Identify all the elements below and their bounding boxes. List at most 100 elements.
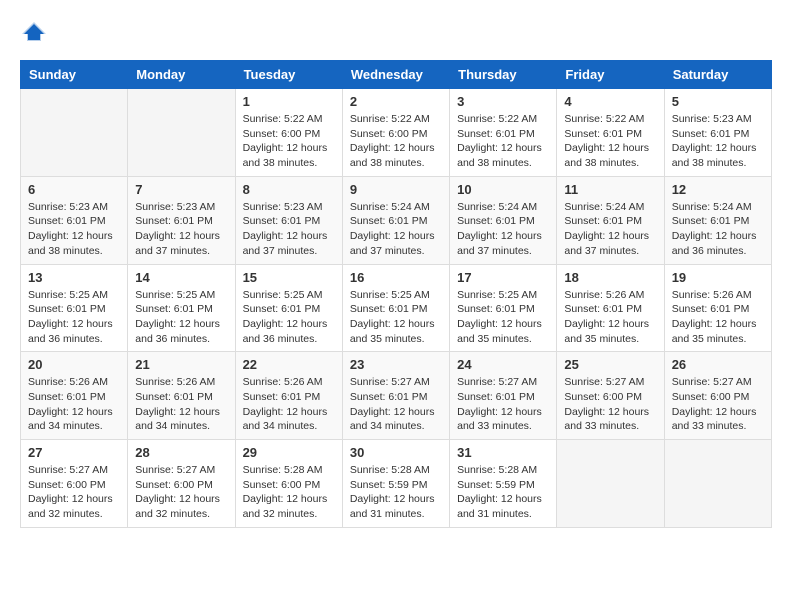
- day-number: 1: [243, 94, 335, 109]
- day-info: Sunrise: 5:25 AMSunset: 6:01 PMDaylight:…: [135, 288, 227, 347]
- day-info: Sunrise: 5:22 AMSunset: 6:01 PMDaylight:…: [564, 112, 656, 171]
- calendar-cell: 12 Sunrise: 5:24 AMSunset: 6:01 PMDayligh…: [664, 176, 771, 264]
- calendar-cell: 11 Sunrise: 5:24 AMSunset: 6:01 PMDayligh…: [557, 176, 664, 264]
- calendar-cell: 25 Sunrise: 5:27 AMSunset: 6:00 PMDayligh…: [557, 352, 664, 440]
- calendar-cell: 29 Sunrise: 5:28 AMSunset: 6:00 PMDayligh…: [235, 440, 342, 528]
- weekday-header-saturday: Saturday: [664, 61, 771, 89]
- day-number: 20: [28, 357, 120, 372]
- day-number: 31: [457, 445, 549, 460]
- calendar-cell: 26 Sunrise: 5:27 AMSunset: 6:00 PMDayligh…: [664, 352, 771, 440]
- day-info: Sunrise: 5:27 AMSunset: 6:00 PMDaylight:…: [28, 463, 120, 522]
- day-info: Sunrise: 5:26 AMSunset: 6:01 PMDaylight:…: [135, 375, 227, 434]
- day-number: 28: [135, 445, 227, 460]
- day-info: Sunrise: 5:23 AMSunset: 6:01 PMDaylight:…: [672, 112, 764, 171]
- calendar-cell: 8Sunrise: 5:23 AMSunset: 6:01 PMDaylight…: [235, 176, 342, 264]
- day-info: Sunrise: 5:26 AMSunset: 6:01 PMDaylight:…: [28, 375, 120, 434]
- calendar-cell: 4 Sunrise: 5:22 AMSunset: 6:01 PMDaylight…: [557, 89, 664, 177]
- day-number: 15: [243, 270, 335, 285]
- calendar-cell: 6 Sunrise: 5:23 AMSunset: 6:01 PMDaylight…: [21, 176, 128, 264]
- calendar-cell: 2Sunrise: 5:22 AMSunset: 6:00 PMDaylight…: [342, 89, 449, 177]
- calendar-cell: 3 Sunrise: 5:22 AMSunset: 6:01 PMDaylight…: [450, 89, 557, 177]
- calendar-cell: 5 Sunrise: 5:23 AMSunset: 6:01 PMDaylight…: [664, 89, 771, 177]
- weekday-header-monday: Monday: [128, 61, 235, 89]
- day-number: 19: [672, 270, 764, 285]
- weekday-header-wednesday: Wednesday: [342, 61, 449, 89]
- calendar-cell: 10Sunrise: 5:24 AMSunset: 6:01 PMDayligh…: [450, 176, 557, 264]
- day-info: Sunrise: 5:26 AMSunset: 6:01 PMDaylight:…: [243, 375, 335, 434]
- day-info: Sunrise: 5:22 AMSunset: 6:00 PMDaylight:…: [350, 112, 442, 171]
- day-info: Sunrise: 5:23 AMSunset: 6:01 PMDaylight:…: [243, 200, 335, 259]
- day-info: Sunrise: 5:26 AMSunset: 6:01 PMDaylight:…: [672, 288, 764, 347]
- calendar-cell: 19 Sunrise: 5:26 AMSunset: 6:01 PMDayligh…: [664, 264, 771, 352]
- day-number: 3: [457, 94, 549, 109]
- day-info: Sunrise: 5:27 AMSunset: 6:00 PMDaylight:…: [672, 375, 764, 434]
- calendar-cell: 17Sunrise: 5:25 AMSunset: 6:01 PMDayligh…: [450, 264, 557, 352]
- day-number: 5: [672, 94, 764, 109]
- day-number: 12: [672, 182, 764, 197]
- calendar-cell: [21, 89, 128, 177]
- day-number: 14: [135, 270, 227, 285]
- calendar-cell: 27 Sunrise: 5:27 AMSunset: 6:00 PMDayligh…: [21, 440, 128, 528]
- day-info: Sunrise: 5:23 AMSunset: 6:01 PMDaylight:…: [28, 200, 120, 259]
- day-number: 6: [28, 182, 120, 197]
- calendar-cell: 21 Sunrise: 5:26 AMSunset: 6:01 PMDayligh…: [128, 352, 235, 440]
- day-number: 26: [672, 357, 764, 372]
- day-number: 7: [135, 182, 227, 197]
- day-number: 4: [564, 94, 656, 109]
- day-info: Sunrise: 5:27 AMSunset: 6:00 PMDaylight:…: [564, 375, 656, 434]
- day-info: Sunrise: 5:25 AMSunset: 6:01 PMDaylight:…: [28, 288, 120, 347]
- day-number: 18: [564, 270, 656, 285]
- day-info: Sunrise: 5:23 AMSunset: 6:01 PMDaylight:…: [135, 200, 227, 259]
- calendar-cell: 16Sunrise: 5:25 AMSunset: 6:01 PMDayligh…: [342, 264, 449, 352]
- calendar-week-row: 20 Sunrise: 5:26 AMSunset: 6:01 PMDayligh…: [21, 352, 772, 440]
- day-number: 11: [564, 182, 656, 197]
- day-number: 13: [28, 270, 120, 285]
- day-number: 29: [243, 445, 335, 460]
- day-info: Sunrise: 5:22 AMSunset: 6:01 PMDaylight:…: [457, 112, 549, 171]
- calendar-cell: 9 Sunrise: 5:24 AMSunset: 6:01 PMDaylight…: [342, 176, 449, 264]
- day-info: Sunrise: 5:24 AMSunset: 6:01 PMDaylight:…: [672, 200, 764, 259]
- day-info: Sunrise: 5:24 AMSunset: 6:01 PMDaylight:…: [350, 200, 442, 259]
- day-info: Sunrise: 5:27 AMSunset: 6:01 PMDaylight:…: [350, 375, 442, 434]
- day-info: Sunrise: 5:26 AMSunset: 6:01 PMDaylight:…: [564, 288, 656, 347]
- day-number: 21: [135, 357, 227, 372]
- logo-icon: [22, 20, 46, 44]
- day-number: 23: [350, 357, 442, 372]
- page-header: [20, 20, 772, 44]
- day-info: Sunrise: 5:22 AMSunset: 6:00 PMDaylight:…: [243, 112, 335, 171]
- calendar-cell: 31 Sunrise: 5:28 AMSunset: 5:59 PMDayligh…: [450, 440, 557, 528]
- day-info: Sunrise: 5:27 AMSunset: 6:01 PMDaylight:…: [457, 375, 549, 434]
- calendar-cell: 22Sunrise: 5:26 AMSunset: 6:01 PMDayligh…: [235, 352, 342, 440]
- calendar-cell: [557, 440, 664, 528]
- day-number: 24: [457, 357, 549, 372]
- day-number: 17: [457, 270, 549, 285]
- calendar-cell: 13 Sunrise: 5:25 AMSunset: 6:01 PMDayligh…: [21, 264, 128, 352]
- day-number: 27: [28, 445, 120, 460]
- day-info: Sunrise: 5:28 AMSunset: 5:59 PMDaylight:…: [350, 463, 442, 522]
- calendar-week-row: 1 Sunrise: 5:22 AMSunset: 6:00 PMDaylight…: [21, 89, 772, 177]
- calendar-cell: 18 Sunrise: 5:26 AMSunset: 6:01 PMDayligh…: [557, 264, 664, 352]
- calendar-cell: 15 Sunrise: 5:25 AMSunset: 6:01 PMDayligh…: [235, 264, 342, 352]
- calendar-cell: 7 Sunrise: 5:23 AMSunset: 6:01 PMDaylight…: [128, 176, 235, 264]
- day-info: Sunrise: 5:28 AMSunset: 5:59 PMDaylight:…: [457, 463, 549, 522]
- calendar-cell: 30 Sunrise: 5:28 AMSunset: 5:59 PMDayligh…: [342, 440, 449, 528]
- day-info: Sunrise: 5:24 AMSunset: 6:01 PMDaylight:…: [564, 200, 656, 259]
- calendar-cell: 1 Sunrise: 5:22 AMSunset: 6:00 PMDaylight…: [235, 89, 342, 177]
- calendar-cell: [664, 440, 771, 528]
- day-number: 25: [564, 357, 656, 372]
- weekday-header-thursday: Thursday: [450, 61, 557, 89]
- calendar-cell: 23 Sunrise: 5:27 AMSunset: 6:01 PMDayligh…: [342, 352, 449, 440]
- weekday-header-sunday: Sunday: [21, 61, 128, 89]
- day-number: 30: [350, 445, 442, 460]
- day-info: Sunrise: 5:28 AMSunset: 6:00 PMDaylight:…: [243, 463, 335, 522]
- day-number: 16: [350, 270, 442, 285]
- calendar-cell: 20 Sunrise: 5:26 AMSunset: 6:01 PMDayligh…: [21, 352, 128, 440]
- weekday-header-tuesday: Tuesday: [235, 61, 342, 89]
- calendar-cell: 28 Sunrise: 5:27 AMSunset: 6:00 PMDayligh…: [128, 440, 235, 528]
- calendar-week-row: 13 Sunrise: 5:25 AMSunset: 6:01 PMDayligh…: [21, 264, 772, 352]
- logo: [20, 20, 48, 44]
- day-info: Sunrise: 5:25 AMSunset: 6:01 PMDaylight:…: [243, 288, 335, 347]
- day-number: 9: [350, 182, 442, 197]
- calendar-cell: [128, 89, 235, 177]
- day-info: Sunrise: 5:27 AMSunset: 6:00 PMDaylight:…: [135, 463, 227, 522]
